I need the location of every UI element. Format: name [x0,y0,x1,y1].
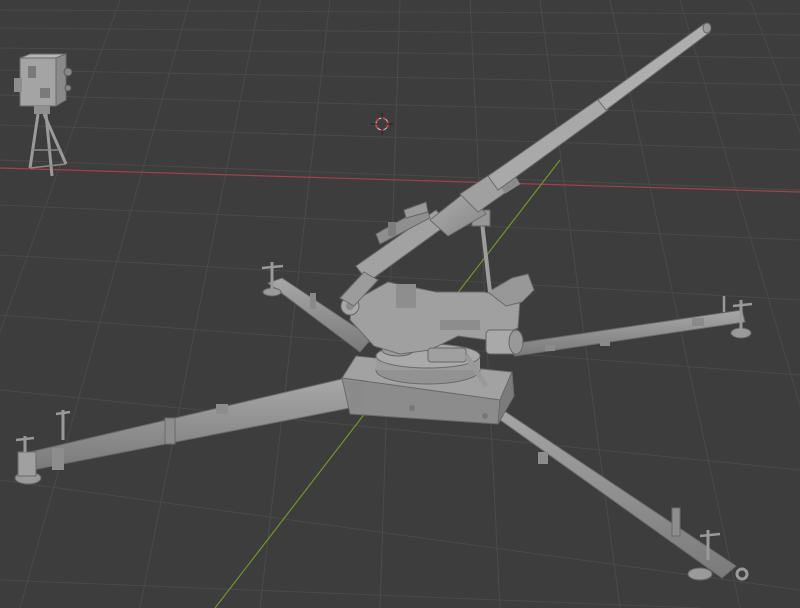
viewport-canvas[interactable] [0,0,800,608]
outrigger-leg-rear-right [503,296,753,357]
x-axis-line [0,167,800,193]
outrigger-leg-front-right [471,399,749,581]
3d-cursor-icon[interactable] [371,113,393,135]
3d-viewport[interactable] [0,0,800,608]
rangefinder-object[interactable] [14,53,73,177]
